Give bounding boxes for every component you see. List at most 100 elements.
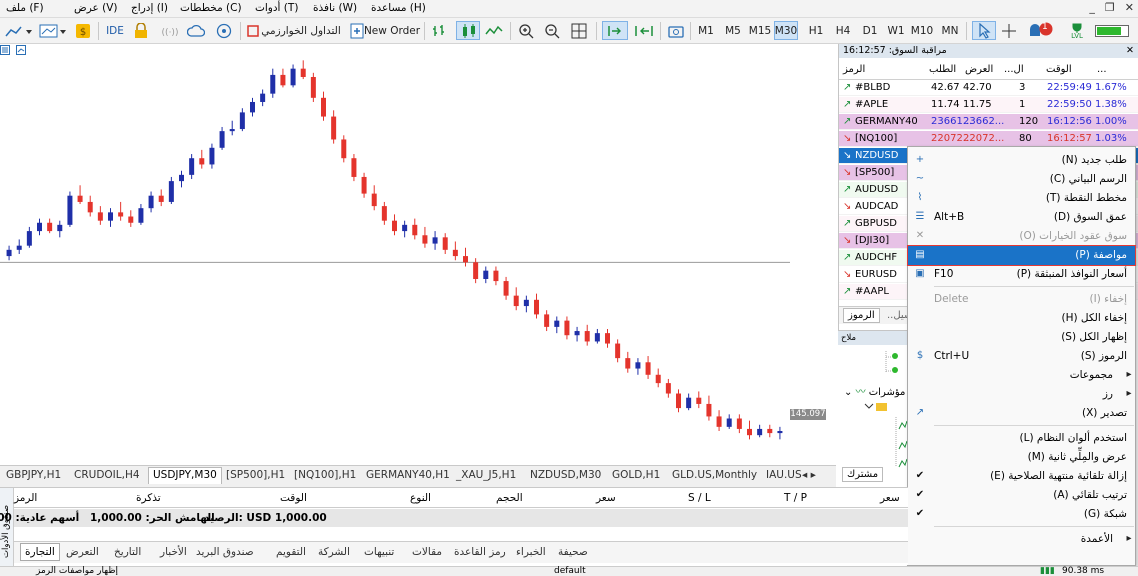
candlestick-icon[interactable] <box>456 21 480 40</box>
close-button[interactable]: ✕ <box>1125 1 1134 14</box>
context-menu-item[interactable]: ▸ الأعمدة <box>908 530 1135 549</box>
chart-tabs-scroll-icon[interactable]: ◂ ▸ <box>802 469 816 481</box>
timeframe-m30[interactable]: M30 <box>774 21 798 40</box>
chart-tab[interactable]: [SP500],H1 <box>226 469 285 481</box>
context-menu-item[interactable]: ☰ Alt+B عمق السوق (D) <box>908 208 1135 227</box>
tile-windows-icon[interactable] <box>568 21 590 40</box>
th-tp[interactable]: T / P <box>784 492 807 504</box>
toolbox-tab[interactable]: التجارة <box>20 543 60 561</box>
th-type[interactable]: النوع <box>410 492 431 504</box>
cursor-icon[interactable] <box>972 21 996 40</box>
lock-icon[interactable] <box>132 21 150 40</box>
indicator-icon[interactable] <box>4 21 34 40</box>
toolbox-side-tab[interactable]: صندوق الأدوات <box>0 488 14 566</box>
context-menu-item[interactable]: ▸ رز <box>908 385 1135 404</box>
context-menu-item[interactable]: إخفاء الكل (H) <box>908 309 1135 328</box>
context-menu-item[interactable]: استخدم ألوان النظام (L) <box>908 429 1135 448</box>
th-time[interactable]: الوقت <box>280 492 307 504</box>
toolbox-tab[interactable]: الأخبار <box>160 546 187 558</box>
menu-charts[interactable]: مخططات (C) <box>180 2 242 14</box>
market-watch-close-icon[interactable]: ✕ <box>1126 45 1134 57</box>
context-menu-item[interactable]: ~ الرسم البياني (C) <box>908 170 1135 189</box>
timeframe-m10[interactable]: M10 <box>910 21 934 40</box>
toolbox-tab[interactable]: الخبراء <box>516 546 546 558</box>
new-order-button[interactable]: New Order <box>364 21 420 40</box>
chart-tab[interactable]: IAU.US <box>766 469 802 481</box>
navigator-tab-common[interactable]: مشترك <box>842 467 884 482</box>
th-symbol[interactable]: الرمز <box>14 492 37 504</box>
account-icon[interactable] <box>884 351 898 382</box>
folder-icon[interactable] <box>864 401 888 416</box>
bar-chart-icon[interactable] <box>430 21 450 40</box>
dollar-icon[interactable]: $ <box>74 21 92 40</box>
toolbox-tab[interactable]: صندوق البريد <box>196 546 254 558</box>
lvl-icon[interactable]: LVL <box>1064 21 1090 40</box>
minimize-button[interactable]: _ <box>1089 1 1095 14</box>
market-watch-row[interactable]: ↗ #APLE 11.74 11.75 1 22:59:50 1.38% <box>839 97 1138 113</box>
screenshot-icon[interactable] <box>666 21 686 40</box>
menu-help[interactable]: مساعدة (H) <box>371 2 426 14</box>
context-menu-item[interactable]: إظهار الكل (S) <box>908 328 1135 347</box>
indicator-tree-icons[interactable] <box>894 417 908 476</box>
context-menu-item[interactable]: $ Ctrl+U الرموز (S) <box>908 347 1135 366</box>
toolbox-tab[interactable]: التقويم <box>276 546 306 558</box>
candlestick-chart[interactable] <box>0 44 836 464</box>
toolbox-tab[interactable]: التاريخ <box>114 546 141 558</box>
chart-tab[interactable]: GLD.US,Monthly <box>672 469 757 481</box>
toolbox-tab[interactable]: الشركة <box>318 546 350 558</box>
col-spread[interactable]: ...ال <box>1004 64 1024 75</box>
timeframe-m15[interactable]: M15 <box>748 21 772 40</box>
stop-icon[interactable] <box>246 21 260 40</box>
vps-icon[interactable] <box>214 21 234 40</box>
chart-tab[interactable]: [NQ100],H1 <box>294 469 356 481</box>
context-menu-item[interactable]: ✔ ترتيب تلقائي (A) <box>908 486 1135 505</box>
context-menu-item[interactable]: ⌇ مخطط النقطة (T) <box>908 189 1135 208</box>
context-menu-item[interactable]: ▸ مجموعات <box>908 366 1135 385</box>
toolbox-tab[interactable]: تنبيهات <box>364 546 394 558</box>
th-sl[interactable]: S / L <box>688 492 711 504</box>
toolbox-tab[interactable]: مقالات <box>412 546 442 558</box>
menu-insert[interactable]: إدراج (I) <box>131 2 168 14</box>
tab-symbols[interactable]: الرموز <box>843 308 880 323</box>
col-time[interactable]: الوقت <box>1046 64 1072 75</box>
chart-tab[interactable]: GERMANY40,H1 <box>366 469 450 481</box>
chart-template-icon[interactable] <box>38 21 68 40</box>
ide-button[interactable]: IDE <box>104 21 126 40</box>
toolbox-tab[interactable]: صحيفة <box>558 546 588 558</box>
menu-window[interactable]: نافذة (W) <box>313 2 357 14</box>
context-menu-item[interactable]: + طلب جديد (N) <box>908 151 1135 170</box>
timeframe-w1[interactable]: W1 <box>886 21 906 40</box>
line-chart-icon[interactable] <box>484 21 504 40</box>
timeframe-m5[interactable]: M5 <box>723 21 743 40</box>
chart-tab[interactable]: NZDUSD,M30 <box>530 469 601 481</box>
market-watch-row[interactable]: ↗ #BLBD 42.67 42.70 3 22:59:49 1.67% <box>839 80 1138 96</box>
market-watch-row[interactable]: ↗ GERMANY40 23661... 23662... 120 16:12:56 1.0… <box>839 114 1138 130</box>
toolbox-tab[interactable]: رمز القاعدة <box>454 546 506 558</box>
timeframe-d1[interactable]: D1 <box>860 21 880 40</box>
crosshair-icon[interactable] <box>1000 21 1018 40</box>
context-menu-item[interactable]: ✔ شبكة (G) <box>908 505 1135 524</box>
timeframe-h4[interactable]: H4 <box>833 21 853 40</box>
restore-button[interactable]: ❐ <box>1105 1 1115 14</box>
navigator-indicators[interactable]: ⌄ 〰 مؤشرات <box>844 383 905 398</box>
timeframe-m1[interactable]: M1 <box>696 21 716 40</box>
chart-tab[interactable]: USDJPY,M30 <box>148 467 222 484</box>
chart-tab[interactable]: GOLD,H1 <box>612 469 660 481</box>
market-watch-row[interactable]: ↘ [NQ100] 22072... 22072... 80 16:12:57 1.03% <box>839 131 1138 147</box>
context-menu-item[interactable]: ✔ إزالة تلقائية منتهية الصلاحية (E) <box>908 467 1135 486</box>
context-menu-item[interactable]: ▤ مواصفة (P) <box>907 245 1136 266</box>
chart-tab[interactable]: GBPJPY,H1 <box>6 469 61 481</box>
col-ask[interactable]: العرض <box>965 64 993 75</box>
auto-scroll-icon[interactable] <box>602 21 628 40</box>
th-price[interactable]: سعر <box>596 492 616 504</box>
menu-tools[interactable]: أدوات (T) <box>255 2 298 14</box>
th-ticket[interactable]: تذكرة <box>136 492 161 504</box>
chart-shift-icon[interactable] <box>632 21 656 40</box>
timeframe-mn[interactable]: MN <box>940 21 960 40</box>
signal-icon[interactable]: ((·)) <box>158 21 182 40</box>
th-volume[interactable]: الحجم <box>496 492 523 504</box>
toolbox-tab[interactable]: التعرض <box>66 546 99 558</box>
menu-view[interactable]: عرض (V) <box>74 2 117 14</box>
col-change[interactable]: ... <box>1097 64 1107 75</box>
algo-trading-button[interactable]: التداول الخوارزمي <box>261 21 341 40</box>
